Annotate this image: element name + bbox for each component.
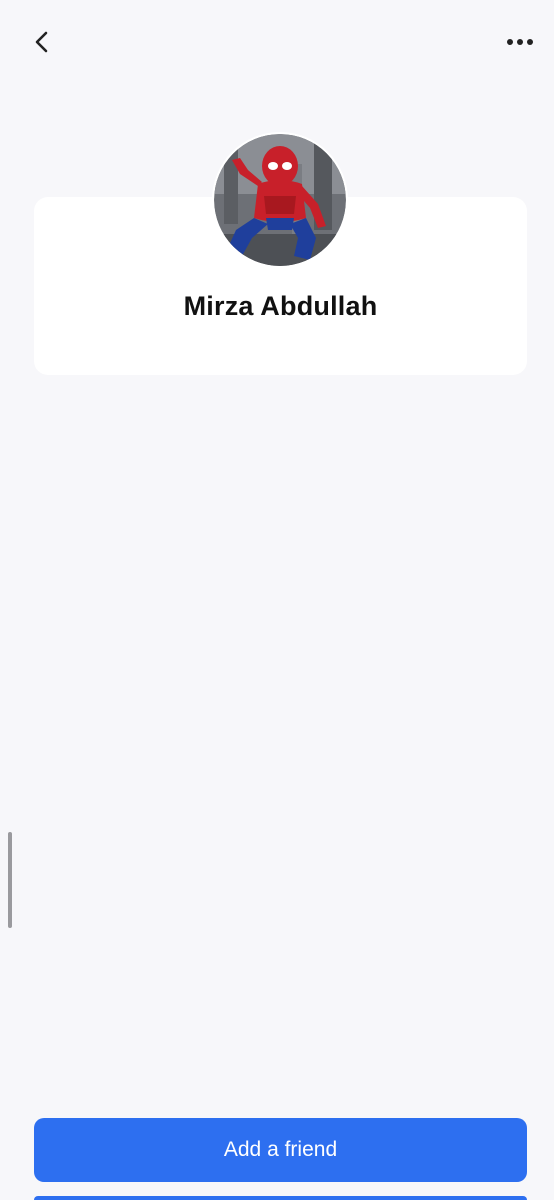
profile-name: Mirza Abdullah [183,291,378,321]
more-options-button[interactable] [498,22,542,62]
back-button[interactable] [22,22,62,62]
more-horizontal-icon [507,39,533,45]
secondary-button[interactable] [34,1196,527,1200]
top-bar [0,0,554,84]
spider-man-avatar-image [214,134,346,266]
chevron-left-icon [35,31,48,53]
add-friend-button[interactable]: Add a friend [34,1118,527,1182]
scroll-indicator[interactable] [8,832,12,928]
avatar[interactable] [212,132,348,268]
